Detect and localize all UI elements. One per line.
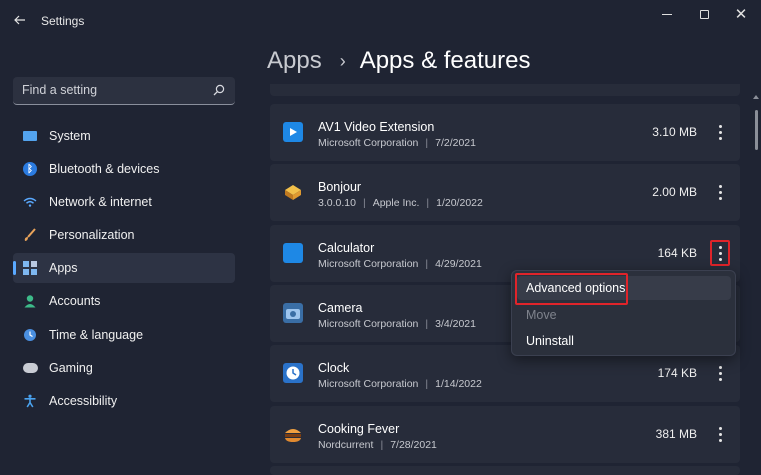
app-size: 164 KB — [657, 246, 697, 260]
sidebar-nav: System ᛒ Bluetooth & devices Network & i… — [13, 121, 235, 419]
accessibility-icon — [22, 393, 38, 409]
app-size: 2.00 MB — [652, 185, 697, 199]
app-size: 3.10 MB — [652, 125, 697, 139]
app-name: Camera — [318, 301, 363, 315]
sidebar-item-label: Accounts — [49, 294, 101, 309]
breadcrumb-separator-icon: › — [339, 50, 346, 71]
app-size: 381 MB — [655, 427, 697, 441]
app-name: Calculator — [318, 241, 375, 255]
sidebar-item-personalization[interactable]: Personalization — [13, 220, 235, 250]
system-icon — [22, 128, 38, 144]
app-meta: Microsoft Corporation | 3/4/2021 — [318, 318, 476, 330]
app-meta: 3.0.0.10 | Apple Inc. | 1/20/2022 — [318, 197, 483, 209]
app-meta: Nordcurrent | 7/28/2021 — [318, 439, 437, 451]
globe-clock-icon — [22, 327, 38, 343]
maximize-button[interactable] — [687, 2, 721, 26]
app-row[interactable]: Cooking Fever Nordcurrent | 7/28/2021 381 … — [270, 406, 740, 463]
scrollbar-thumb[interactable] — [755, 110, 758, 150]
list-item-partial — [270, 84, 740, 96]
sidebar-item-gaming[interactable]: Gaming — [13, 353, 235, 383]
breadcrumb-parent[interactable]: Apps — [267, 47, 322, 75]
sidebar-item-label: Bluetooth & devices — [49, 162, 160, 177]
sidebar-item-time-language[interactable]: Time & language — [13, 320, 235, 350]
app-name: AV1 Video Extension — [318, 120, 435, 134]
calculator-icon — [283, 243, 303, 263]
menu-item-advanced-options[interactable]: Advanced options — [517, 276, 731, 300]
menu-item-move: Move — [526, 308, 557, 322]
sidebar-item-label: System — [49, 129, 91, 143]
more-options-button[interactable] — [710, 421, 730, 447]
app-meta: Microsoft Corporation | 7/2/2021 — [318, 137, 476, 149]
maximize-icon — [699, 9, 709, 19]
sidebar-item-label: Time & language — [49, 327, 144, 342]
bonjour-icon — [283, 182, 303, 202]
more-options-button[interactable] — [710, 360, 730, 386]
app-name: Bonjour — [318, 180, 362, 194]
context-menu: Advanced options Move Uninstall — [511, 270, 736, 356]
person-icon — [22, 293, 38, 309]
window-title: Settings — [41, 14, 85, 28]
page-title: Apps & features — [359, 47, 531, 74]
app-meta: Microsoft Corporation | 1/14/2022 — [318, 378, 482, 390]
sidebar-item-label: Apps — [49, 261, 78, 276]
close-button[interactable]: ✕ — [724, 2, 758, 26]
brush-icon — [22, 227, 38, 243]
sidebar-item-accessibility[interactable]: Accessibility — [13, 386, 235, 416]
sidebar-item-apps[interactable]: Apps — [13, 253, 235, 284]
minimize-icon — [662, 13, 672, 15]
bluetooth-icon: ᛒ — [22, 161, 38, 177]
app-row[interactable]: AV1 Video Extension Microsoft Corporatio… — [270, 104, 740, 161]
title-bar: Settings ✕ — [0, 0, 761, 40]
av1-video-extension-icon — [283, 122, 303, 142]
search-icon[interactable] — [213, 84, 225, 96]
app-name: Cooking Fever — [318, 422, 400, 436]
cooking-fever-icon — [283, 424, 303, 444]
sidebar-item-label: Gaming — [49, 360, 93, 375]
sidebar-item-label: Personalization — [49, 228, 135, 243]
search-input[interactable] — [13, 77, 203, 103]
scroll-up-icon[interactable] — [753, 95, 759, 99]
more-options-button[interactable] — [710, 119, 730, 145]
gamepad-icon — [22, 360, 38, 376]
app-name: Clock — [318, 361, 350, 375]
sidebar-item-network[interactable]: Network & internet — [13, 187, 235, 217]
sidebar-item-system[interactable]: System — [13, 121, 235, 151]
app-row[interactable]: Bonjour 3.0.0.10 | Apple Inc. | 1/20/2022 2.… — [270, 164, 740, 221]
app-meta: Microsoft Corporation | 4/29/2021 — [318, 258, 482, 270]
camera-icon — [283, 303, 303, 323]
breadcrumb: Apps › Apps & features — [267, 47, 530, 75]
close-icon: ✕ — [734, 6, 748, 23]
search-box[interactable] — [13, 77, 235, 105]
back-arrow-icon[interactable] — [8, 8, 32, 32]
sidebar-item-label: Accessibility — [49, 393, 118, 408]
list-item-partial — [270, 466, 740, 475]
app-size: 174 KB — [657, 366, 697, 380]
apps-icon — [22, 260, 38, 276]
menu-item-uninstall[interactable]: Uninstall — [517, 329, 731, 353]
more-options-button[interactable] — [710, 240, 730, 266]
clock-icon — [283, 363, 303, 383]
sidebar-item-bluetooth[interactable]: ᛒ Bluetooth & devices — [13, 154, 235, 184]
sidebar-item-accounts[interactable]: Accounts — [13, 286, 235, 316]
more-options-button[interactable] — [710, 179, 730, 205]
minimize-button[interactable] — [650, 2, 684, 26]
sidebar-item-label: Network & internet — [49, 195, 152, 210]
wifi-icon — [22, 194, 38, 210]
